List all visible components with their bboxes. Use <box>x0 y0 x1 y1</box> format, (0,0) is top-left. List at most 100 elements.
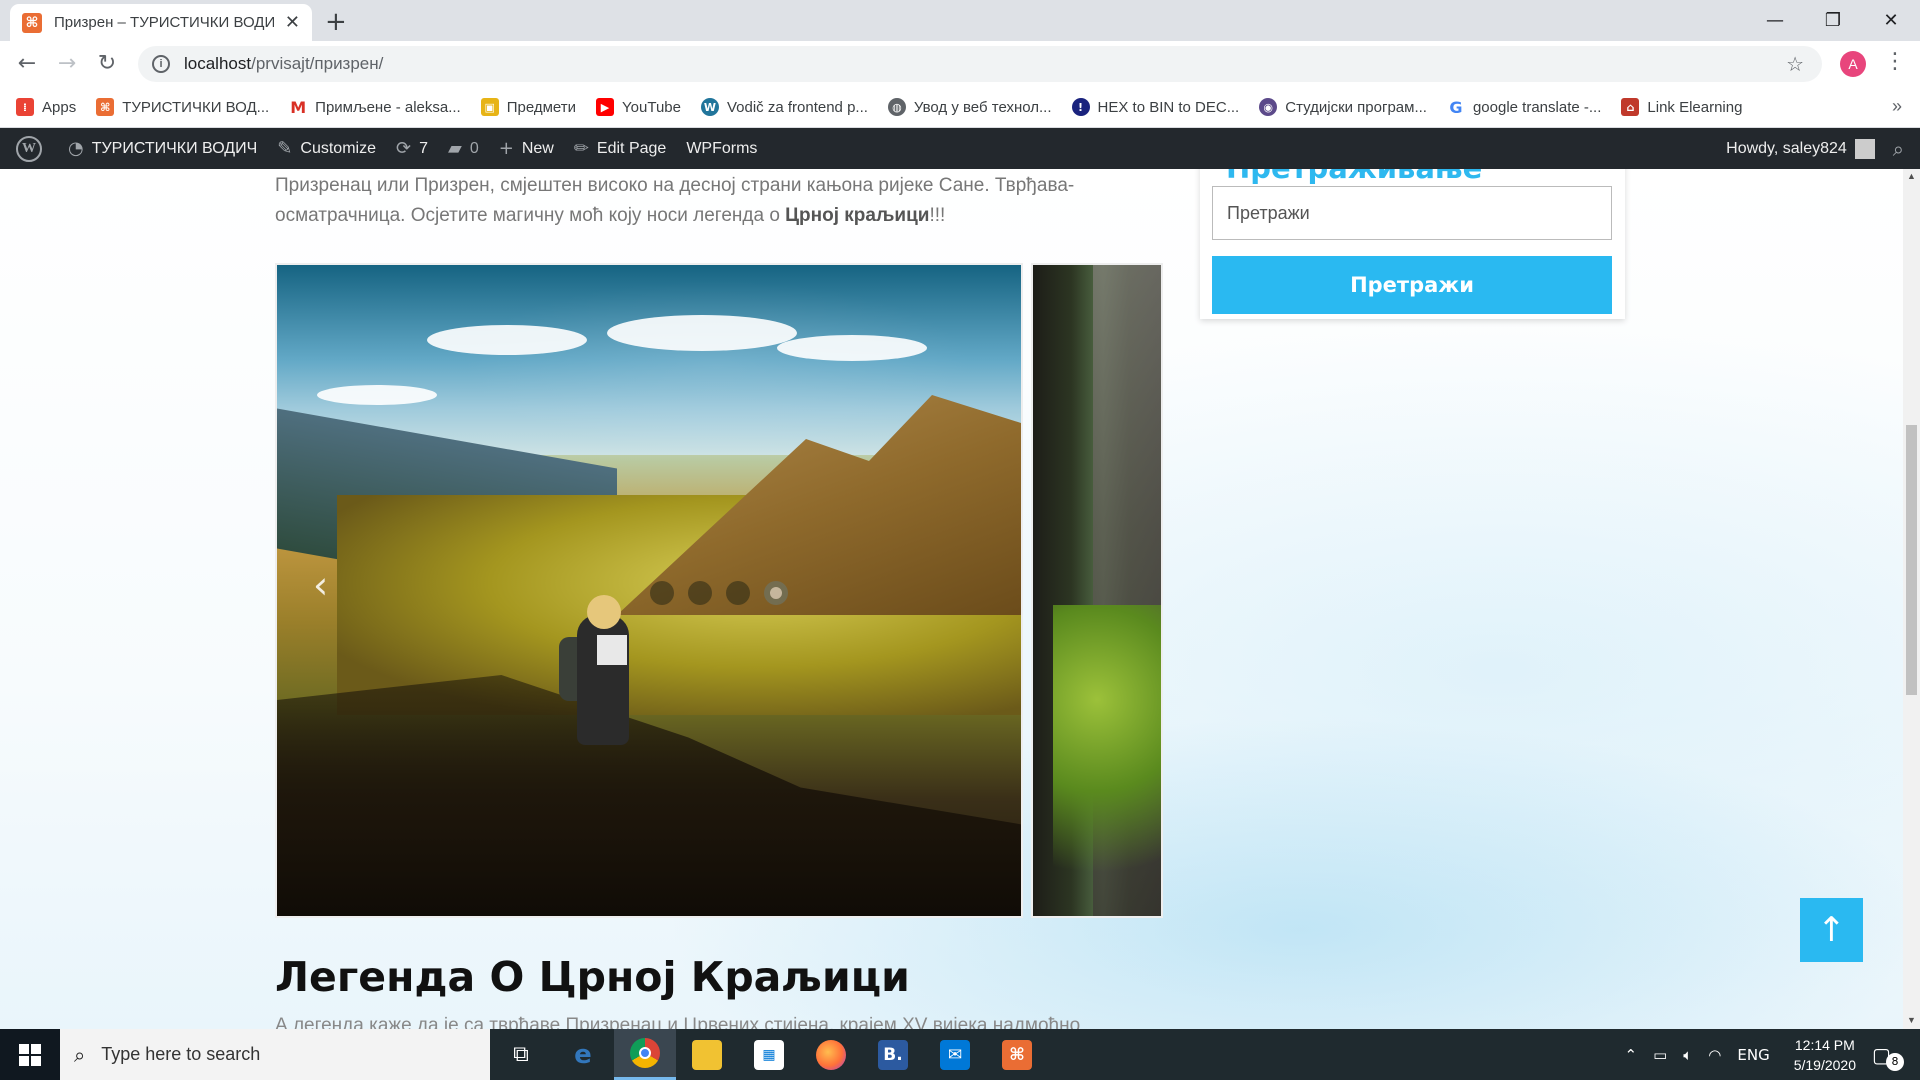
adminbar-customize[interactable]: ✎ Customize <box>267 128 386 169</box>
browser-toolbar: ← → ↻ i localhost/prvisajt/призрен/ ☆ A … <box>0 41 1920 87</box>
restore-button[interactable]: ❐ <box>1810 6 1856 36</box>
slider-dot[interactable] <box>726 581 750 605</box>
slider-prev-chevron-icon[interactable]: ‹ <box>313 563 328 607</box>
tray-chevron-icon[interactable]: ⌃ <box>1625 1046 1638 1064</box>
menu-kebab-icon[interactable]: ⋮ <box>1884 49 1906 74</box>
chrome-icon <box>630 1038 660 1068</box>
minimize-button[interactable]: — <box>1752 6 1798 36</box>
bookmark-vodic[interactable]: W Vodič za frontend p... <box>700 98 868 116</box>
legend-paragraph: А легенда каже да је са тврђаве Призрена… <box>275 1015 1081 1029</box>
search-widget: Претраживање Претражи <box>1200 169 1625 319</box>
new-tab-button[interactable]: + <box>325 7 347 37</box>
search-input[interactable] <box>1212 186 1612 240</box>
page-scrollbar[interactable]: ▲ ▼ <box>1903 169 1920 1029</box>
adminbar-comments[interactable]: ▰ 0 <box>438 128 489 169</box>
taskbar-xampp[interactable]: ⌘ <box>986 1029 1048 1080</box>
scroll-to-top-button[interactable]: ↑ <box>1800 898 1863 962</box>
taskbar-chrome[interactable] <box>614 1029 676 1080</box>
tab-title: Призрен – ТУРИСТИЧКИ ВОДИЧ <box>54 14 274 31</box>
bookmark-apps[interactable]: ⁞ Apps <box>16 98 76 116</box>
taskbar-store[interactable]: ▦ <box>738 1029 800 1080</box>
clock[interactable]: 12:14 PM 5/19/2020 <box>1794 1035 1856 1075</box>
system-tray: ⌃ ▭ 🔈︎ ◠ ENG 12:14 PM 5/19/2020 ▢ 8 <box>1617 1029 1920 1080</box>
bookmarks-overflow-icon[interactable]: » <box>1892 96 1902 117</box>
adminbar-updates[interactable]: ⟳ 7 <box>386 128 438 169</box>
tab-strip: ⌘ Призрен – ТУРИСТИЧКИ ВОДИЧ ✕ + — ❐ ✕ <box>0 0 1920 41</box>
adminbar-wpforms[interactable]: WPForms <box>676 128 767 169</box>
notification-center-icon[interactable]: ▢ 8 <box>1872 1043 1912 1071</box>
clock-time: 12:14 PM <box>1794 1036 1855 1053</box>
xampp-icon: ⌘ <box>96 98 115 116</box>
bookmark-hex[interactable]: ! HEX to BIN to DEC... <box>1071 98 1239 116</box>
scroll-down-arrow-icon[interactable]: ▼ <box>1907 1015 1916 1025</box>
slide-image-rocks <box>1031 263 1163 918</box>
xampp-favicon-icon: ⌘ <box>22 12 42 33</box>
tab-close-icon[interactable]: ✕ <box>285 12 300 33</box>
mail-icon: ✉ <box>940 1039 970 1070</box>
scrollbar-thumb[interactable] <box>1906 425 1917 695</box>
widget-title: Претраживање <box>1226 169 1482 185</box>
adminbar-new[interactable]: + New <box>489 128 564 169</box>
wordpress-logo-icon: W <box>16 135 42 162</box>
folder-icon <box>692 1039 722 1070</box>
taskbar-mail[interactable]: ✉ <box>924 1029 986 1080</box>
plus-icon: + <box>498 138 514 159</box>
address-bar[interactable]: i localhost/prvisajt/призрен/ ☆ <box>138 46 1822 82</box>
moodle-icon: ▣ <box>480 98 499 116</box>
slider-dot[interactable] <box>688 581 712 605</box>
bookmark-gmail[interactable]: M Примљене - aleksa... <box>289 97 461 117</box>
dashboard-icon: ◔ <box>68 138 84 159</box>
clock-date: 5/19/2020 <box>1793 1056 1856 1073</box>
slider-pagination <box>650 581 788 605</box>
browser-tab[interactable]: ⌘ Призрен – ТУРИСТИЧКИ ВОДИЧ ✕ <box>10 4 312 41</box>
wp-logo-menu[interactable]: W <box>0 128 58 169</box>
wordpress-icon: W <box>700 98 719 116</box>
bookmark-link-elearning[interactable]: ⌂ Link Elearning <box>1621 98 1742 116</box>
adminbar-site-name[interactable]: ◔ ТУРИСТИЧКИ ВОДИЧ <box>58 128 267 169</box>
search-button[interactable]: Претражи <box>1212 256 1612 314</box>
task-view-button[interactable]: ⧉ <box>490 1029 552 1080</box>
university-icon: ◉ <box>1259 98 1278 116</box>
slider-dot-active[interactable] <box>764 581 788 605</box>
slide-image-valley <box>275 263 1023 918</box>
taskbar-b-app[interactable]: B. <box>862 1029 924 1080</box>
apps-grid-icon: ⁞ <box>16 98 34 116</box>
scroll-up-arrow-icon[interactable]: ▲ <box>1907 171 1916 181</box>
bookmark-star-icon[interactable]: ☆ <box>1786 52 1804 76</box>
taskbar-edge[interactable]: e <box>552 1029 614 1080</box>
shield-icon: ! <box>1071 98 1090 116</box>
battery-icon[interactable]: ▭ <box>1653 1046 1667 1064</box>
taskbar-search-box[interactable]: ⌕ Type here to search <box>60 1029 490 1080</box>
adminbar-edit-page[interactable]: ✏ Edit Page <box>564 128 676 169</box>
site-info-icon[interactable]: i <box>152 55 170 73</box>
gmail-icon: M <box>289 97 308 117</box>
updates-icon: ⟳ <box>395 138 412 159</box>
user-avatar[interactable] <box>1854 138 1875 159</box>
profile-avatar[interactable]: A <box>1840 51 1866 77</box>
bookmark-youtube[interactable]: ▶ YouTube <box>596 98 681 116</box>
wp-admin-bar: W ◔ ТУРИСТИЧКИ ВОДИЧ ✎ Customize ⟳ 7 ▰ 0 + Ne… <box>0 128 1920 169</box>
bookmark-predmeti[interactable]: ▣ Предмети <box>480 98 576 116</box>
reload-button[interactable]: ↻ <box>92 49 122 79</box>
bookmark-turisticki[interactable]: ⌘ ТУРИСТИЧКИ ВОД... <box>96 98 269 116</box>
slider-dot[interactable] <box>650 581 674 605</box>
close-window-button[interactable]: ✕ <box>1868 6 1914 36</box>
start-button[interactable] <box>0 1029 60 1080</box>
youtube-icon: ▶ <box>596 98 615 116</box>
adminbar-search-icon[interactable]: ⌕ <box>1893 137 1904 161</box>
bookmark-studijski[interactable]: ◉ Студијски програм... <box>1259 98 1427 116</box>
bookmark-uvod[interactable]: ◍ Увод у веб технол... <box>887 98 1052 116</box>
bookmark-google-translate[interactable]: Ggoogle translate -... <box>1446 98 1601 117</box>
search-icon: ⌕ <box>74 1042 86 1067</box>
wifi-icon[interactable]: ◠ <box>1708 1046 1721 1064</box>
language-indicator[interactable]: ENG <box>1737 1046 1769 1064</box>
volume-icon[interactable]: 🔈︎ <box>1683 1046 1692 1064</box>
taskbar-file-explorer[interactable] <box>676 1029 738 1080</box>
image-slider[interactable]: ‹ <box>275 263 1163 923</box>
taskbar-firefox[interactable] <box>800 1029 862 1080</box>
back-button[interactable]: ← <box>12 49 42 79</box>
forward-button[interactable]: → <box>52 49 82 79</box>
windows-taskbar: ⌕ Type here to search ⧉ e ▦ B. ✉ ⌘ ⌃ ▭ 🔈… <box>0 1029 1920 1080</box>
adminbar-howdy[interactable]: Howdy, saley824 <box>1726 140 1847 158</box>
comment-icon: ▰ <box>447 138 462 159</box>
